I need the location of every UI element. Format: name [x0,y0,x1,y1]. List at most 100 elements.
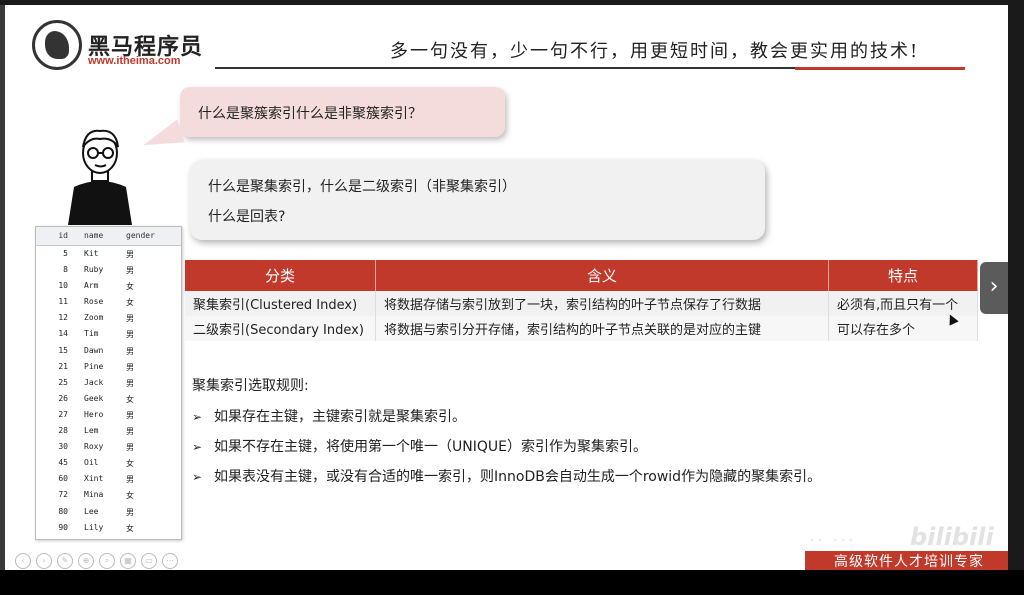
table-cell: 10 [58,281,68,291]
table-cell: 男 [126,346,134,356]
table-cell: 女 [126,282,134,292]
rule-text: 如果不存在主键，将使用第一个唯一（UNIQUE）索引作为聚集索引。 [214,439,647,455]
table-header-feature: 特点 [828,260,978,291]
table-cell: 男 [126,378,134,388]
table-cell: 女 [126,459,134,469]
table-cell: Dawn [84,345,104,355]
table-row: 聚集索引(Clustered Index) 将数据存储与索引放到了一块，索引结构… [185,291,978,316]
table-row: 15 Dawn 男 [36,343,181,359]
zoom-icon[interactable]: ⊕ [78,553,94,569]
question-bubble: 什么是聚簇索引什么是非聚簇索引？ [139,87,505,155]
table-cell: Jack [84,377,104,387]
table-cell: 12 [58,313,68,323]
table-cell: 男 [126,443,134,453]
brand-logo-icon [32,20,82,70]
table-row: 27 Hero 男 [36,407,181,423]
table-cell: 5 [63,249,68,258]
slogan: 多一句没有，少一句不行，用更短时间，教会更实用的技术! [390,41,920,62]
table-cell: 80 [58,506,68,516]
table-cell: 45 [58,458,68,468]
table-row: 10 Arm 女 [36,278,181,294]
table-row: 72 Mina 女 [36,487,181,503]
table-cell: 男 [126,475,134,485]
table-cell: 必须有,而且只有一个 [828,291,978,316]
table-cell: Lily [84,522,104,532]
bilibili-watermark: bilibili [910,523,994,551]
table-cell: 二级索引(Secondary Index) [185,316,376,341]
rule-text: 如果存在主键，主键索引就是聚集索引。 [214,409,466,425]
arrow-bullet-icon: ➢ [192,440,203,454]
table-row: 80 Lee 男 [36,504,181,520]
arrow-bullet-icon: ➢ [192,410,203,424]
index-comparison-table: 分类 含义 特点 聚集索引(Clustered Index) 将数据存储与索引放… [185,260,978,341]
rule-item: ➢ 如果表没有主键，或没有合适的唯一索引，则InnoDB会自动生成一个rowid作… [192,466,821,486]
footer-watermark-decor: ·· ··· [809,530,856,551]
table-cell: Tim [84,329,99,339]
table-header-meaning: 含义 [375,260,829,291]
column-header: id [58,231,68,240]
table-row: 60 Xint 男 [36,471,181,487]
answer-line-2: 什么是回表? [208,209,286,225]
table-cell: Lem [84,426,99,436]
column-header: name [84,231,104,240]
table-cell: Kit [84,249,99,258]
table-row: 12 Zoom 男 [36,310,181,326]
table-cell: Pine [84,361,104,371]
table-cell: 男 [126,410,134,420]
table-cell: 男 [126,250,134,259]
person-illustration [68,129,132,225]
table-cell: 男 [126,314,134,324]
footer-brand: 高级软件人才培训专家 [805,551,1008,570]
table-cell: 25 [58,377,68,387]
prev-slide-icon[interactable]: ‹ [15,553,31,569]
table-cell: Geek [84,393,104,403]
table-row: 45 Oil 女 [36,455,181,471]
subtitle-icon[interactable]: ▭ [141,553,157,569]
table-cell: 60 [58,474,68,484]
slide: 黑马程序员 www.itheima.com 多一句没有，少一句不行，用更短时间，… [5,5,1008,570]
table-cell: Xint [84,474,104,484]
column-header: gender [126,231,155,240]
table-cell: 72 [58,490,68,500]
table-cell: 8 [63,265,68,275]
table-cell: 将数据与索引分开存储，索引结构的叶子节点关联的是对应的主键 [375,316,829,341]
more-icon[interactable]: ⋯ [162,553,178,569]
next-slide-icon[interactable]: › [36,553,52,569]
table-cell: Hero [84,409,104,419]
pen-icon[interactable]: ✎ [57,553,73,569]
table-cell: 90 [58,522,68,532]
rules-title: 聚集索引选取规则: [192,378,309,394]
table-cell: 男 [126,507,134,517]
grid-icon[interactable]: ▦ [120,553,136,569]
answer-bubble: 什么是聚集索引，什么是二级索引（非聚集索引） 什么是回表? [190,160,765,240]
arrow-bullet-icon: ➢ [192,470,203,484]
search-icon[interactable]: ⌕ [99,553,115,569]
table-cell: 女 [126,491,134,501]
table-cell: Oil [84,458,99,468]
table-cell: Roxy [84,442,104,452]
table-row: 30 Roxy 男 [36,439,181,455]
data-table-header: id name gender [36,227,181,246]
table-cell: 11 [58,297,68,307]
next-page-button[interactable]: › [980,262,1008,314]
table-cell: 聚集索引(Clustered Index) [185,291,376,316]
slide-toolbar: ‹ › ✎ ⊕ ⌕ ▦ ▭ ⋯ [15,553,178,569]
table-row: 二级索引(Secondary Index) 将数据与索引分开存储，索引结构的叶子… [185,316,978,341]
table-row: 28 Lem 男 [36,423,181,439]
table-cell: 男 [126,427,134,437]
table-row: 21 Pine 男 [36,359,181,375]
question-text: 什么是聚簇索引什么是非聚簇索引？ [198,106,422,122]
header-accent-line [795,67,965,70]
table-row: 5 Kit 男 [36,246,181,262]
table-header-category: 分类 [185,260,376,291]
table-row: 14 Tim 男 [36,326,181,342]
table-cell: 15 [58,345,68,355]
answer-line-1: 什么是聚集索引，什么是二级索引（非聚集索引） [208,179,516,195]
table-cell: 女 [126,394,134,404]
rule-item: ➢ 如果不存在主键，将使用第一个唯一（UNIQUE）索引作为聚集索引。 [192,436,647,456]
table-cell: Rose [84,297,104,307]
table-cell: 女 [126,523,134,533]
table-cell: 21 [58,361,68,371]
rule-item: ➢ 如果存在主键，主键索引就是聚集索引。 [192,406,466,426]
table-cell: 14 [58,329,68,339]
